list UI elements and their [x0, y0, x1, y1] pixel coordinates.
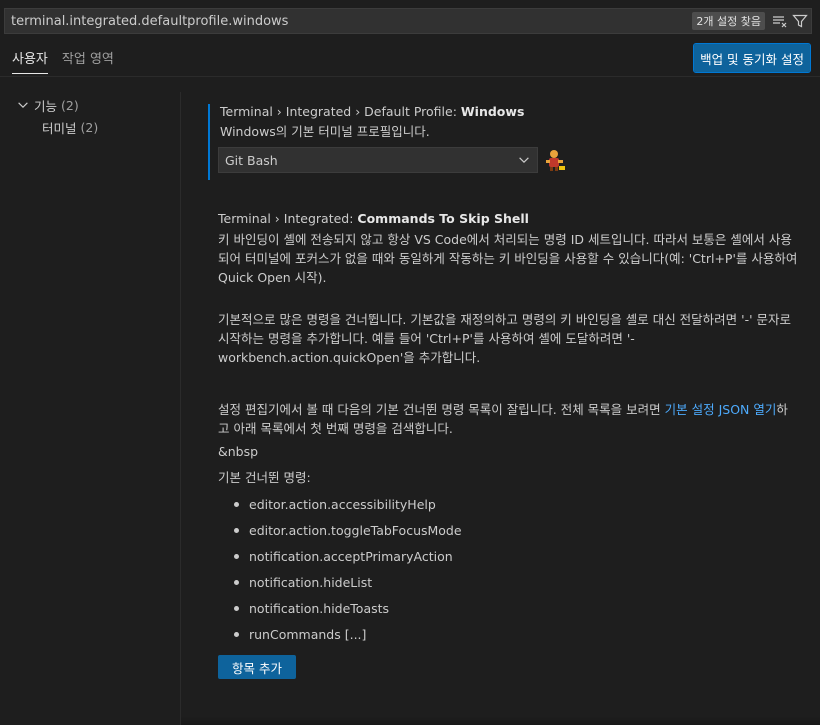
command-id: notification.acceptPrimaryAction — [249, 548, 453, 564]
split-divider[interactable] — [180, 92, 181, 725]
toc-item-label: 터미널 — [42, 120, 77, 136]
bullet-icon — [234, 579, 239, 585]
settings-search-bar: 2개 설정 찾음 — [4, 8, 812, 34]
setting-description-para-3: 설정 편집기에서 볼 때 다음의 기본 건너뛴 명령 목록이 잘립니다. 전체 … — [218, 400, 798, 438]
command-id: notification.hideList — [249, 574, 373, 590]
chevron-down-icon — [18, 102, 28, 108]
default-profile-dropdown[interactable]: Git Bash — [218, 147, 538, 173]
setting-name: Windows — [460, 104, 525, 119]
bullet-icon — [234, 553, 239, 559]
tab-user[interactable]: 사용자 — [12, 48, 48, 74]
tabs-divider — [0, 76, 820, 77]
setting-title: Terminal › Integrated › Default Profile:… — [220, 104, 800, 119]
toc-item-features[interactable]: 기능 (2) — [16, 94, 98, 116]
open-default-settings-json-link[interactable]: 기본 설정 JSON 열기 — [665, 402, 777, 417]
toc-item-terminal[interactable]: 터미널 (2) — [16, 116, 98, 138]
bullet-icon — [234, 501, 239, 507]
settings-scope-tabs: 사용자 작업 영역 — [12, 48, 114, 74]
search-result-count: 2개 설정 찾음 — [692, 12, 765, 30]
command-id: editor.action.accessibilityHelp — [249, 496, 436, 512]
desc-text: 설정 편집기에서 볼 때 다음의 기본 건너뛴 명령 목록이 잘립니다. 전체 … — [218, 402, 665, 417]
tab-workspace[interactable]: 작업 영역 — [62, 48, 114, 74]
list-item: notification.acceptPrimaryAction — [234, 543, 798, 569]
setting-description-para-1: 키 바인딩이 셸에 전송되지 않고 항상 VS Code에서 처리되는 명령 I… — [218, 232, 798, 285]
setting-category-path: Terminal › Integrated › Default Profile: — [220, 104, 461, 119]
scroll-shadow — [181, 716, 820, 725]
list-item: notification.hideToasts — [234, 595, 798, 621]
toc-item-count: (2) — [80, 119, 99, 135]
list-item: notification.hideList — [234, 569, 798, 595]
chevron-down-icon — [519, 157, 529, 164]
list-item: editor.action.accessibilityHelp — [234, 491, 798, 517]
skipped-commands-list: editor.action.accessibilityHelp editor.a… — [234, 491, 798, 647]
settings-search-input[interactable] — [5, 9, 693, 33]
setting-name: Commands To Skip Shell — [357, 211, 529, 226]
bullet-icon — [234, 605, 239, 611]
list-item: editor.action.toggleTabFocusMode — [234, 517, 798, 543]
list-item: runCommands [...] — [234, 621, 798, 647]
setting-description-para-2: 기본적으로 많은 명령을 건너뜁니다. 기본값을 재정의하고 명령의 키 바인딩… — [218, 312, 792, 365]
command-id: notification.hideToasts — [249, 600, 390, 616]
settings-sync-ignored-icon[interactable] — [542, 147, 566, 173]
toc-item-label: 기능 — [34, 98, 58, 114]
toc-item-count: (2) — [61, 97, 79, 113]
default-skipped-commands-label: 기본 건너뛴 명령: — [218, 470, 311, 485]
nbsp-text: &nbsp — [218, 444, 259, 459]
add-item-button[interactable]: 항목 추가 — [218, 655, 296, 679]
settings-toc-tree: 기능 (2) 터미널 (2) — [16, 94, 98, 138]
setting-default-profile-windows: Terminal › Integrated › Default Profile:… — [208, 104, 800, 180]
command-id: runCommands [...] — [249, 626, 367, 642]
setting-commands-to-skip-shell: Terminal › Integrated: Commands To Skip … — [208, 211, 798, 679]
setting-category-path: Terminal › Integrated: — [218, 211, 358, 226]
setting-title: Terminal › Integrated: Commands To Skip … — [218, 211, 798, 226]
filter-icon[interactable] — [791, 12, 809, 30]
setting-description: Windows의 기본 터미널 프로필입니다. — [220, 124, 430, 139]
command-id: editor.action.toggleTabFocusMode — [249, 522, 462, 538]
clear-filter-icon[interactable] — [771, 12, 789, 30]
dropdown-selected-value: Git Bash — [225, 152, 278, 168]
bullet-icon — [234, 527, 239, 533]
bullet-icon — [234, 631, 239, 637]
backup-sync-settings-button[interactable]: 백업 및 동기화 설정 — [693, 43, 811, 73]
